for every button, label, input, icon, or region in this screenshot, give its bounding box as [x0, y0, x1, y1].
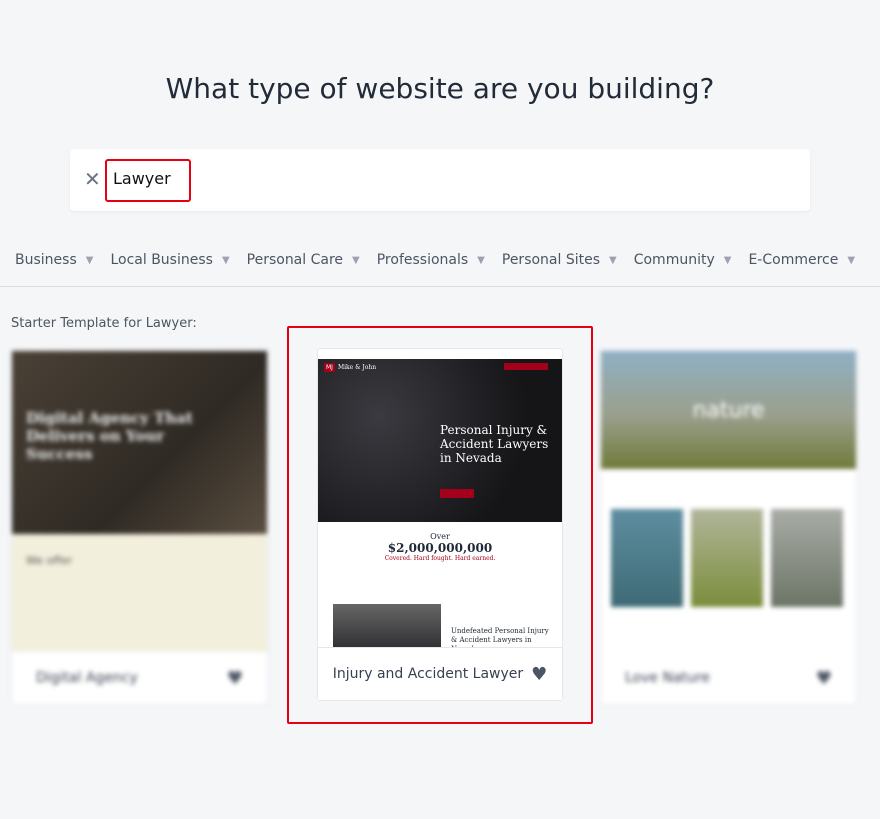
preview-section: We offer — [12, 534, 267, 654]
category-community[interactable]: Community ▼ — [634, 252, 732, 268]
chevron-down-icon: ▼ — [477, 254, 485, 266]
divider — [0, 286, 880, 287]
template-name: Digital Agency — [36, 670, 138, 686]
chevron-down-icon: ▼ — [221, 254, 230, 266]
results-heading: Starter Template for Lawyer: — [11, 316, 197, 331]
category-label: Local Business — [110, 252, 213, 268]
category-label: E-Commerce — [748, 252, 839, 268]
highlight-box-search — [105, 159, 191, 202]
chevron-down-icon: ▼ — [723, 254, 732, 266]
category-nav: Business ▼ Local Business ▼ Personal Care ▼… — [15, 252, 872, 268]
category-personal-sites[interactable]: Personal Sites ▼ — [502, 252, 617, 268]
preview-section-title: We offer — [26, 554, 73, 567]
gallery-image — [611, 509, 683, 607]
category-professionals[interactable]: Professionals ▼ — [377, 252, 485, 268]
template-name: Love Nature — [625, 670, 710, 686]
template-card-love-nature[interactable]: nature Love Nature ♥ — [600, 350, 857, 705]
close-icon[interactable]: ✕ — [84, 167, 101, 191]
category-label: Business — [15, 252, 77, 268]
category-label: Professionals — [376, 252, 469, 268]
highlight-box-template — [287, 326, 593, 724]
gallery-image — [691, 509, 763, 607]
category-business[interactable]: Business ▼ — [15, 252, 93, 268]
preview-gallery — [601, 469, 856, 607]
preview-hero: nature — [692, 397, 765, 423]
template-card-digital-agency[interactable]: Digital Agency That Delivers on Your Suc… — [11, 350, 268, 705]
chevron-down-icon: ▼ — [847, 254, 856, 266]
page-title: What type of website are you building? — [165, 72, 715, 105]
chevron-down-icon: ▼ — [609, 254, 617, 266]
chevron-down-icon: ▼ — [85, 254, 94, 266]
category-label: Community — [633, 252, 715, 268]
template-preview: nature — [601, 351, 856, 469]
heart-icon[interactable]: ♥ — [816, 668, 832, 689]
category-ecommerce[interactable]: E-Commerce ▼ — [748, 252, 855, 268]
gallery-image — [771, 509, 843, 607]
preview-hero: Digital Agency That Delivers on Your Suc… — [26, 409, 193, 463]
category-label: Personal Sites — [501, 252, 601, 268]
template-preview: Digital Agency That Delivers on Your Suc… — [12, 351, 267, 534]
category-personal-care[interactable]: Personal Care ▼ — [247, 252, 360, 268]
category-label: Personal Care — [246, 252, 344, 268]
category-local-business[interactable]: Local Business ▼ — [110, 252, 229, 268]
chevron-down-icon: ▼ — [352, 254, 360, 266]
heart-icon[interactable]: ♥ — [227, 668, 243, 689]
